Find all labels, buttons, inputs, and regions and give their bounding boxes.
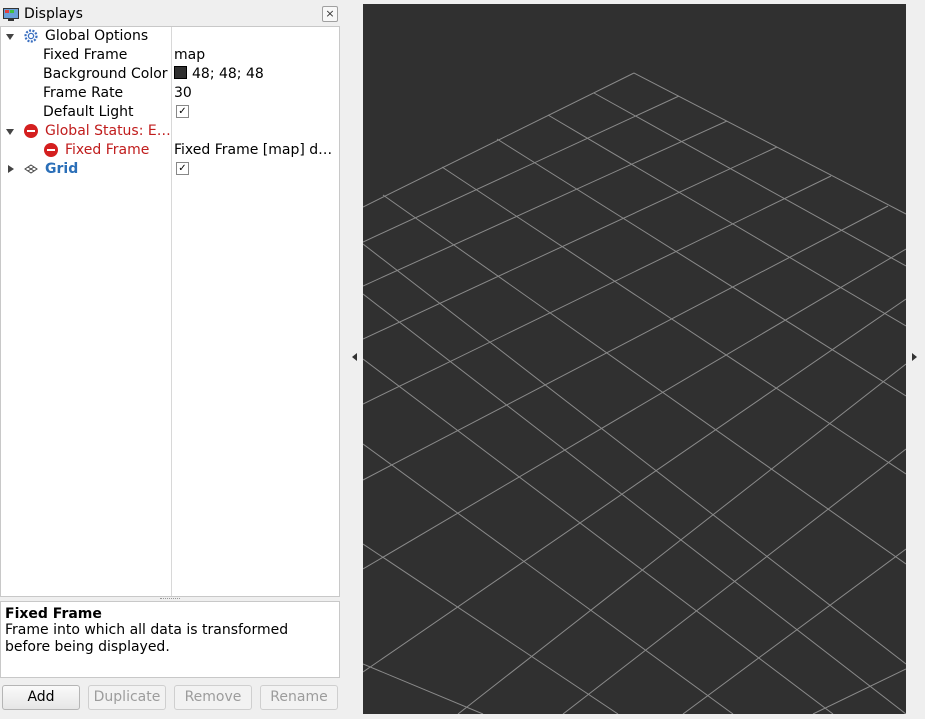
- frame-rate-value[interactable]: 30: [174, 85, 339, 101]
- grid-line: [547, 114, 907, 327]
- description-title: Fixed Frame: [5, 606, 102, 622]
- collapse-left-icon[interactable]: [352, 353, 357, 361]
- grid-line: [362, 243, 907, 665]
- grid-line: [362, 443, 734, 715]
- grid-line: [362, 95, 680, 243]
- tree-label: Frame Rate: [43, 85, 124, 101]
- grid-line: [382, 194, 907, 565]
- background-color-value[interactable]: 48; 48; 48: [174, 66, 339, 82]
- tree-row-default-light[interactable]: Default Light ✓: [1, 103, 339, 122]
- tree-row-background-color[interactable]: Background Color 48; 48; 48: [1, 65, 339, 84]
- grid-enabled-checkbox[interactable]: ✓: [176, 162, 189, 175]
- grid-line: [593, 92, 907, 267]
- grid-line: [362, 120, 728, 287]
- duplicate-button[interactable]: Duplicate: [88, 685, 166, 710]
- grid-line: [362, 205, 889, 481]
- tree-row-fixed-frame[interactable]: Fixed Frame map: [1, 46, 339, 65]
- grid-line: [362, 298, 907, 673]
- tree-label: Fixed Frame: [43, 47, 128, 63]
- grid-line: [441, 166, 907, 475]
- tree-label: Fixed Frame: [65, 142, 150, 158]
- rename-button[interactable]: Rename: [260, 685, 338, 710]
- grid-line: [362, 663, 484, 715]
- description-text: Frame into which all data is transformed…: [5, 622, 289, 655]
- grid-line: [812, 668, 907, 715]
- grid-line: [362, 175, 832, 405]
- grid-line: [496, 138, 907, 397]
- close-panel-button[interactable]: ×: [322, 6, 338, 22]
- grid-line: [362, 358, 834, 715]
- tree-label: Default Light: [43, 104, 134, 120]
- default-light-checkbox[interactable]: ✓: [176, 105, 189, 118]
- grid-display: [362, 72, 907, 715]
- tree-label: Background Color: [43, 66, 168, 82]
- grid-line: [682, 548, 907, 715]
- error-icon: [44, 143, 58, 157]
- gear-icon: [24, 29, 38, 43]
- expand-arrow-icon[interactable]: [6, 34, 14, 40]
- grid-line: [633, 72, 907, 215]
- collapse-arrow-icon[interactable]: [8, 165, 14, 173]
- displays-panel-header: Displays ×: [0, 4, 341, 26]
- displays-tree[interactable]: Global Options Fixed Frame map Backgroun…: [0, 26, 340, 597]
- tree-row-global-status[interactable]: Global Status: E…: [1, 122, 339, 141]
- tree-row-grid[interactable]: Grid ✓: [1, 160, 339, 179]
- tree-label: Global Options: [45, 28, 149, 44]
- add-button[interactable]: Add: [2, 685, 80, 710]
- tree-label: Global Status: E…: [45, 123, 171, 139]
- render-viewport[interactable]: [362, 4, 907, 715]
- collapse-right-icon[interactable]: [912, 353, 917, 361]
- panel-title: Displays: [24, 6, 83, 22]
- remove-button[interactable]: Remove: [174, 685, 252, 710]
- grid-line: [362, 72, 635, 208]
- monitor-icon: [3, 8, 19, 21]
- fixed-frame-value[interactable]: map: [174, 47, 339, 63]
- tree-row-fixed-frame-status[interactable]: Fixed Frame Fixed Frame [map] do…: [1, 141, 339, 160]
- grid-line: [362, 248, 907, 570]
- color-swatch: [174, 66, 187, 79]
- fixed-frame-status-value: Fixed Frame [map] do…: [174, 142, 339, 158]
- property-description: Fixed Frame Frame into which all data is…: [0, 601, 340, 678]
- tree-label: Grid: [45, 161, 79, 177]
- color-value-text: 48; 48; 48: [192, 66, 264, 82]
- tree-row-frame-rate[interactable]: Frame Rate 30: [1, 84, 339, 103]
- grid-icon: [24, 164, 38, 174]
- expand-arrow-icon[interactable]: [6, 129, 14, 135]
- tree-row-global-options[interactable]: Global Options: [1, 27, 339, 46]
- error-icon: [24, 124, 38, 138]
